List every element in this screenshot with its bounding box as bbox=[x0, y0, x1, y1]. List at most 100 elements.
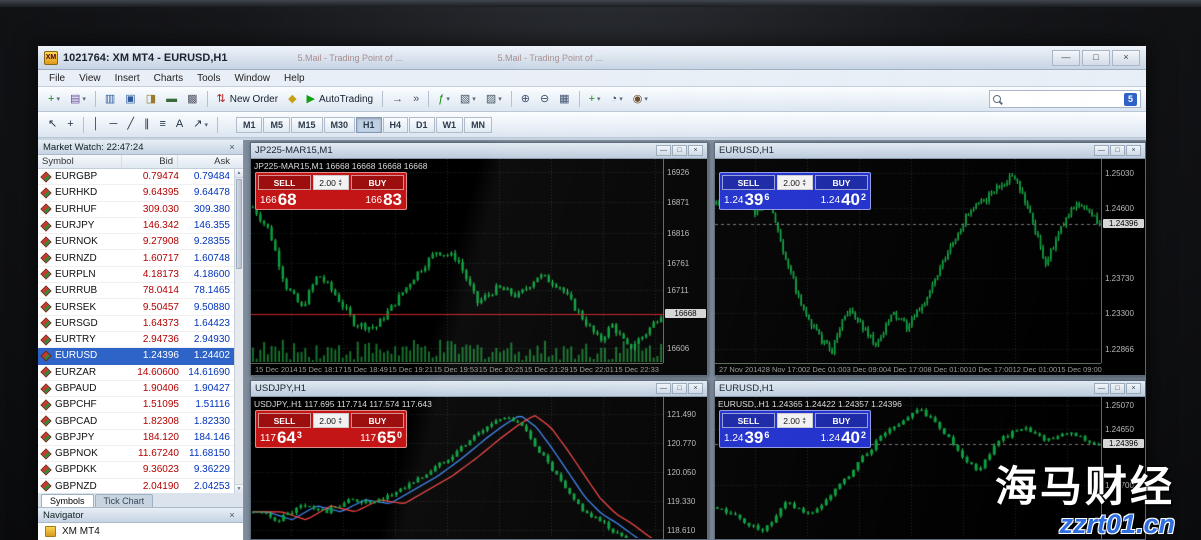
spinner-down-icon[interactable]: ▼ bbox=[802, 421, 807, 425]
column-symbol[interactable]: Symbol bbox=[38, 155, 122, 168]
buy-button[interactable]: BUY bbox=[351, 175, 404, 190]
new-chart-button[interactable]: +▾ bbox=[44, 89, 64, 109]
close-button[interactable]: × bbox=[1112, 50, 1140, 66]
menu-view[interactable]: View bbox=[72, 72, 108, 85]
chart-close-button[interactable]: × bbox=[688, 383, 703, 394]
sell-button[interactable]: SELL bbox=[258, 413, 311, 428]
market-watch-row[interactable]: GBPCAD1.823081.82330 bbox=[38, 413, 243, 429]
window-titlebar[interactable]: XM 1021764: XM MT4 - EURUSD,H1 5.Mail - … bbox=[38, 46, 1146, 70]
arrows-button[interactable]: ↗▾ bbox=[189, 115, 212, 135]
crosshair-button[interactable]: + bbox=[63, 115, 77, 135]
tile-windows-button[interactable]: ▦ bbox=[555, 89, 573, 109]
volume-spinner[interactable]: ▲▼ bbox=[802, 179, 807, 187]
time-axis[interactable]: 15 Dec 201415 Dec 18:1715 Dec 18:4915 De… bbox=[251, 363, 663, 375]
timeframe-mn[interactable]: MN bbox=[464, 117, 492, 133]
horizontal-line-button[interactable]: ─ bbox=[106, 115, 122, 135]
data-window-button[interactable]: ▣ bbox=[121, 89, 139, 109]
sell-button[interactable]: SELL bbox=[722, 175, 775, 190]
options-button[interactable]: ◉▾ bbox=[629, 89, 652, 109]
chart-restore-button[interactable]: □ bbox=[672, 145, 687, 156]
market-watch-row[interactable]: GBPCHF1.510951.51116 bbox=[38, 397, 243, 413]
chart-close-button[interactable]: × bbox=[1126, 145, 1141, 156]
menu-help[interactable]: Help bbox=[277, 72, 312, 85]
market-watch-row[interactable]: EURZAR14.6060014.61690 bbox=[38, 365, 243, 381]
fibonacci-button[interactable]: ≡ bbox=[155, 115, 169, 135]
chart-titlebar[interactable]: USDJPY,H1—□× bbox=[251, 381, 707, 397]
chart-minimize-button[interactable]: — bbox=[1094, 383, 1109, 394]
timeframe-h4[interactable]: H4 bbox=[383, 117, 409, 133]
scroll-up-icon[interactable]: ▲ bbox=[235, 169, 243, 178]
channel-button[interactable]: ∥ bbox=[140, 115, 154, 135]
chart-restore-button[interactable]: □ bbox=[1110, 383, 1125, 394]
buy-button[interactable]: BUY bbox=[351, 413, 404, 428]
vertical-line-button[interactable]: │ bbox=[89, 115, 104, 135]
buy-button[interactable]: BUY bbox=[815, 413, 868, 428]
market-watch-row[interactable]: EURTRY2.947362.94930 bbox=[38, 332, 243, 348]
market-watch-row[interactable]: EURRUB78.041478.1465 bbox=[38, 283, 243, 299]
market-watch-row[interactable]: EURJPY146.342146.355 bbox=[38, 218, 243, 234]
sell-button[interactable]: SELL bbox=[258, 175, 311, 190]
spinner-down-icon[interactable]: ▼ bbox=[338, 183, 343, 187]
volume-spinner[interactable]: ▲▼ bbox=[338, 417, 343, 425]
navigator-header[interactable]: Navigator × bbox=[38, 508, 243, 523]
chart-minimize-button[interactable]: — bbox=[656, 383, 671, 394]
market-watch-row[interactable]: GBPJPY184.120184.146 bbox=[38, 430, 243, 446]
timeframe-w1[interactable]: W1 bbox=[436, 117, 464, 133]
market-watch-row[interactable]: GBPNOK11.6724011.68150 bbox=[38, 446, 243, 462]
market-watch-button[interactable]: ▥ bbox=[101, 89, 119, 109]
auto-scroll-button[interactable]: » bbox=[409, 89, 423, 109]
navigator-item[interactable]: XM MT4 bbox=[38, 523, 243, 540]
profiles-button[interactable]: ▤▾ bbox=[66, 89, 90, 109]
volume-field[interactable]: 2.00▲▼ bbox=[313, 413, 349, 428]
menu-insert[interactable]: Insert bbox=[108, 72, 147, 85]
text-button[interactable]: A bbox=[172, 115, 187, 135]
column-ask[interactable]: Ask bbox=[178, 155, 243, 168]
chart-close-button[interactable]: × bbox=[1126, 383, 1141, 394]
close-icon[interactable]: × bbox=[226, 142, 238, 152]
chart-titlebar[interactable]: EURUSD,H1—□× bbox=[715, 143, 1145, 159]
market-watch-row[interactable]: EURUSD1.243961.24402 bbox=[38, 348, 243, 364]
volume-spinner[interactable]: ▲▼ bbox=[802, 417, 807, 425]
chart-restore-button[interactable]: □ bbox=[672, 383, 687, 394]
strategy-tester-button[interactable]: ▩ bbox=[183, 89, 201, 109]
chart-shift-button[interactable]: → bbox=[388, 89, 407, 109]
autotrading-button[interactable]: ▶AutoTrading bbox=[303, 89, 378, 109]
menu-tools[interactable]: Tools bbox=[190, 72, 227, 85]
market-watch-row[interactable]: EURPLN4.181734.18600 bbox=[38, 267, 243, 283]
volume-field[interactable]: 2.00▲▼ bbox=[777, 175, 813, 190]
navigator-button[interactable]: ◨ bbox=[142, 89, 160, 109]
menu-window[interactable]: Window bbox=[227, 72, 277, 85]
price-scale[interactable]: 1.250701.246501.237001.24396 bbox=[1101, 397, 1145, 539]
new-order-button[interactable]: ⇅New Order bbox=[213, 89, 283, 109]
search-icon[interactable] bbox=[993, 95, 1001, 103]
market-watch-row[interactable]: EURHUF309.030309.380 bbox=[38, 202, 243, 218]
search-input[interactable] bbox=[1004, 94, 1121, 105]
spinner-down-icon[interactable]: ▼ bbox=[338, 421, 343, 425]
zoom-out-button[interactable]: ⊖ bbox=[536, 89, 553, 109]
timeframe-m15[interactable]: M15 bbox=[291, 117, 323, 133]
market-watch-row[interactable]: EURNOK9.279089.28355 bbox=[38, 234, 243, 250]
chart-minimize-button[interactable]: — bbox=[656, 145, 671, 156]
maximize-button[interactable]: □ bbox=[1082, 50, 1110, 66]
column-bid[interactable]: Bid bbox=[122, 155, 178, 168]
timeframe-d1[interactable]: D1 bbox=[409, 117, 435, 133]
zoom-in-button[interactable]: ⊕ bbox=[517, 89, 534, 109]
metaeditor-button[interactable]: ◆ bbox=[284, 89, 300, 109]
search-badge[interactable]: 5 bbox=[1124, 93, 1137, 106]
tab-symbols[interactable]: Symbols bbox=[41, 494, 94, 507]
scroll-down-icon[interactable]: ▼ bbox=[235, 484, 243, 493]
chart-titlebar[interactable]: JP225-MAR15,M1—□× bbox=[251, 143, 707, 159]
indicators-button[interactable]: ƒ▾ bbox=[434, 89, 454, 109]
market-watch-row[interactable]: GBPDKK9.360239.36229 bbox=[38, 462, 243, 478]
volume-field[interactable]: 2.00▲▼ bbox=[313, 175, 349, 190]
templates-button[interactable]: ▨▾ bbox=[482, 89, 506, 109]
market-watch-row[interactable]: EURSGD1.643731.64423 bbox=[38, 316, 243, 332]
tab-tick-chart[interactable]: Tick Chart bbox=[95, 494, 154, 507]
menu-file[interactable]: File bbox=[42, 72, 72, 85]
timeframe-h1[interactable]: H1 bbox=[356, 117, 382, 133]
buy-button[interactable]: BUY bbox=[815, 175, 868, 190]
terminal-button[interactable]: ▬ bbox=[162, 89, 181, 109]
add-chart-button[interactable]: +▾ bbox=[585, 89, 605, 109]
market-watch-row[interactable]: EURGBP0.794740.79484 bbox=[38, 169, 243, 185]
market-watch-scrollbar[interactable]: ▲ ▼ bbox=[234, 169, 243, 493]
